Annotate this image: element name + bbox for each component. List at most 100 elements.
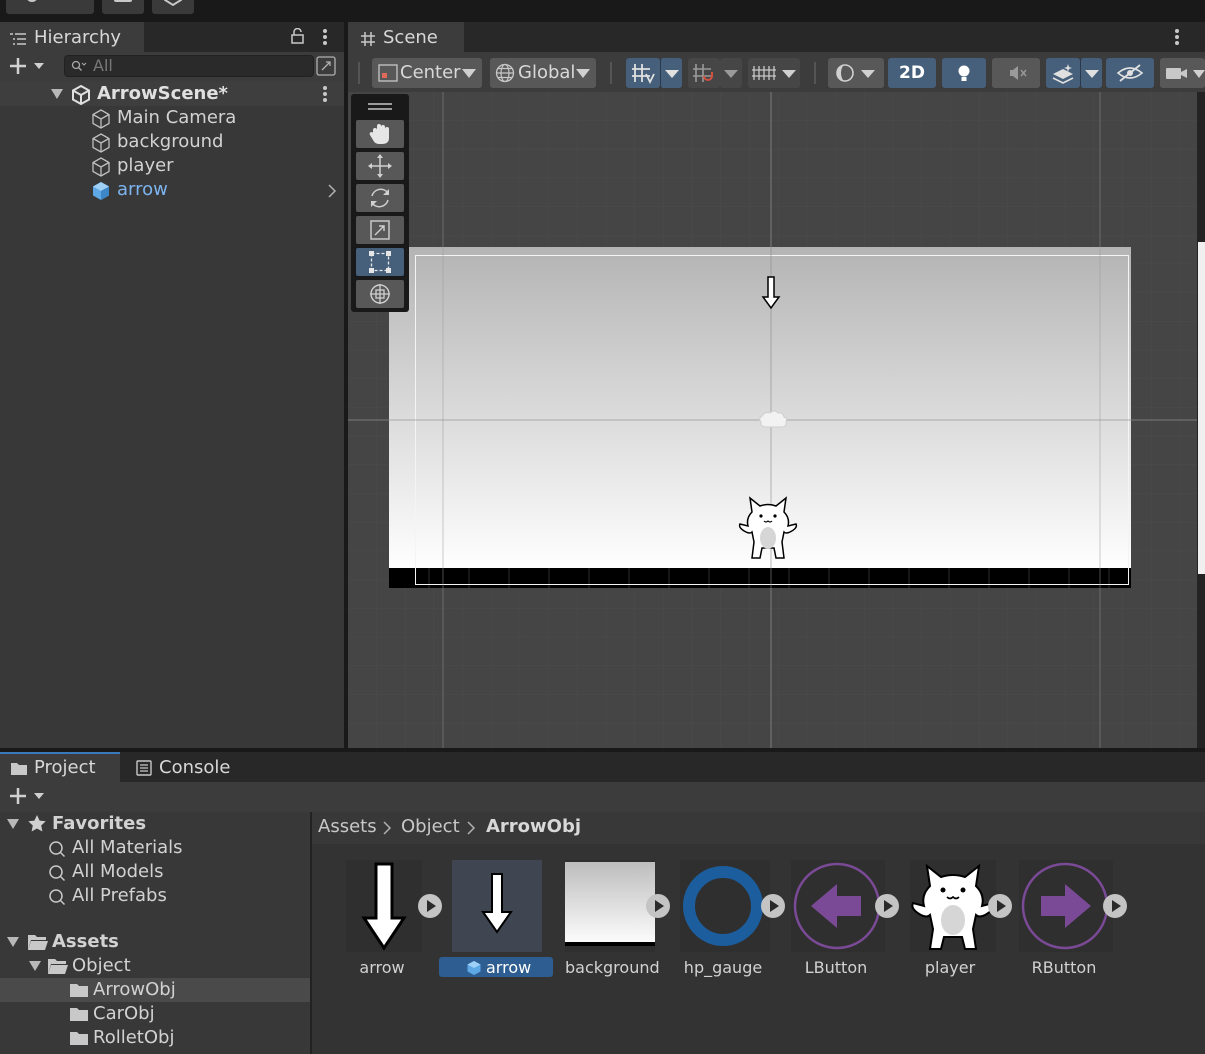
gameobject-icon <box>91 109 111 129</box>
expand-arrow-icon[interactable] <box>6 936 20 948</box>
breadcrumb-item[interactable]: Object <box>401 816 460 837</box>
chevron-down-icon <box>462 69 476 78</box>
hash-icon <box>360 31 376 47</box>
hierarchy-item[interactable]: Main Camera <box>0 106 344 130</box>
tab-console[interactable]: Console <box>124 752 250 782</box>
2d-mode-button[interactable]: 2D <box>888 58 936 88</box>
draw-mode-dropdown[interactable] <box>828 58 884 88</box>
effects-button[interactable] <box>1046 58 1080 88</box>
chevron-right-icon[interactable] <box>327 184 337 198</box>
increment-snap-button[interactable] <box>688 58 720 88</box>
camera-gizmo-icon[interactable] <box>758 410 788 432</box>
scene-viewport[interactable] <box>348 92 1197 748</box>
scene-menu-icon[interactable] <box>1172 28 1182 46</box>
asset-label: arrow <box>359 958 405 977</box>
pivot-dropdown[interactable]: Center <box>372 58 482 88</box>
favorites-row[interactable]: Favorites <box>0 812 310 836</box>
scene-scrollbar-thumb[interactable] <box>1198 242 1205 574</box>
folder-row[interactable]: CarObj <box>0 1002 310 1026</box>
expand-asset-button[interactable] <box>988 894 1012 918</box>
transform-tool[interactable] <box>356 280 404 308</box>
account-button[interactable] <box>6 0 94 14</box>
favorites-item[interactable]: All Prefabs <box>0 884 310 908</box>
hierarchy-scene-row[interactable]: ArrowScene* <box>0 82 344 106</box>
space-label: Global <box>518 62 576 83</box>
hierarchy-search-input[interactable]: All <box>64 55 314 77</box>
transform-icon <box>370 284 390 304</box>
expand-arrow-icon[interactable] <box>6 818 20 830</box>
hierarchy-tab-label: Hierarchy <box>34 27 122 48</box>
expand-asset-button[interactable] <box>1103 894 1127 918</box>
search-icon <box>48 864 66 882</box>
increment-snap-dropdown[interactable] <box>720 58 742 88</box>
expand-arrow-icon[interactable] <box>28 960 42 972</box>
breadcrumb-item[interactable]: Assets <box>318 816 377 837</box>
favorites-item[interactable]: All Materials <box>0 836 310 860</box>
asset-thumbnail <box>1019 860 1113 952</box>
scene-visibility-icon[interactable] <box>316 56 336 76</box>
right-button-asset-icon <box>1021 862 1109 950</box>
effects-dropdown[interactable] <box>1080 58 1102 88</box>
arrow-sprite[interactable] <box>761 276 781 310</box>
project-add-button[interactable] <box>8 787 48 805</box>
lighting-button[interactable] <box>942 58 986 88</box>
hp-gauge-asset-icon <box>683 866 763 946</box>
console-icon <box>136 760 152 776</box>
assets-row[interactable]: Assets <box>0 930 310 954</box>
globe-icon <box>495 63 515 83</box>
2d-mode-label: 2D <box>899 63 925 83</box>
palette-grip[interactable] <box>368 103 392 105</box>
folder-icon <box>69 1030 89 1046</box>
hidden-objects-button[interactable] <box>1106 58 1154 88</box>
asset-thumbnail <box>791 860 885 952</box>
expand-asset-button[interactable] <box>418 894 442 918</box>
rect-transform-icon <box>369 251 391 273</box>
folder-label: Object <box>72 955 131 976</box>
pivot-icon <box>378 64 398 82</box>
scene-menu-icon[interactable] <box>320 85 330 103</box>
move-tool[interactable] <box>356 152 404 180</box>
player-sprite[interactable] <box>738 494 798 562</box>
collab-button[interactable] <box>152 0 194 14</box>
folder-row[interactable]: RolletObj <box>0 1026 310 1050</box>
folder-row-selected[interactable]: ArrowObj <box>0 978 310 1002</box>
scene-tab-label: Scene <box>383 27 438 48</box>
audio-button[interactable] <box>992 58 1040 88</box>
expand-arrow-icon[interactable] <box>50 88 64 100</box>
expand-asset-button[interactable] <box>761 894 785 918</box>
asset-label: background <box>565 958 660 977</box>
grid-visibility-button[interactable] <box>748 58 800 88</box>
space-dropdown[interactable]: Global <box>490 58 596 88</box>
grid-snap-button[interactable] <box>626 58 660 88</box>
expand-asset-button[interactable] <box>875 894 899 918</box>
rect-tool[interactable] <box>356 248 404 276</box>
scene-toolbar: Center Global 2D <box>348 52 1205 92</box>
expand-asset-button[interactable] <box>646 894 670 918</box>
hierarchy-add-button[interactable] <box>8 57 48 75</box>
rotate-tool[interactable] <box>356 184 404 212</box>
hierarchy-menu-icon[interactable] <box>320 28 330 46</box>
tab-scene[interactable]: Scene <box>348 22 464 52</box>
scale-tool[interactable] <box>356 216 404 244</box>
toolbar-separator <box>814 62 816 84</box>
grid-snap-dropdown[interactable] <box>660 58 682 88</box>
breadcrumb-current[interactable]: ArrowObj <box>486 816 581 837</box>
hierarchy-item[interactable]: player <box>0 154 344 178</box>
tools-palette <box>351 94 409 312</box>
hierarchy-item[interactable]: background <box>0 130 344 154</box>
folder-icon <box>69 982 89 998</box>
move-icon <box>368 154 392 178</box>
favorites-item[interactable]: All Models <box>0 860 310 884</box>
asset-label: arrow <box>486 958 532 977</box>
cloud-button[interactable] <box>102 0 144 14</box>
camera-settings-button[interactable] <box>1160 58 1205 88</box>
tab-hierarchy[interactable]: Hierarchy <box>0 22 144 52</box>
breadcrumb: Assets Object ArrowObj <box>312 812 1205 844</box>
top-toolbar <box>0 0 1205 20</box>
gameobject-icon <box>91 157 111 177</box>
hierarchy-item-selected[interactable]: arrow <box>0 178 344 202</box>
lock-icon[interactable] <box>290 28 306 44</box>
hand-tool[interactable] <box>356 120 404 148</box>
folder-row[interactable]: Object <box>0 954 310 978</box>
tab-project[interactable]: Project <box>0 752 120 782</box>
